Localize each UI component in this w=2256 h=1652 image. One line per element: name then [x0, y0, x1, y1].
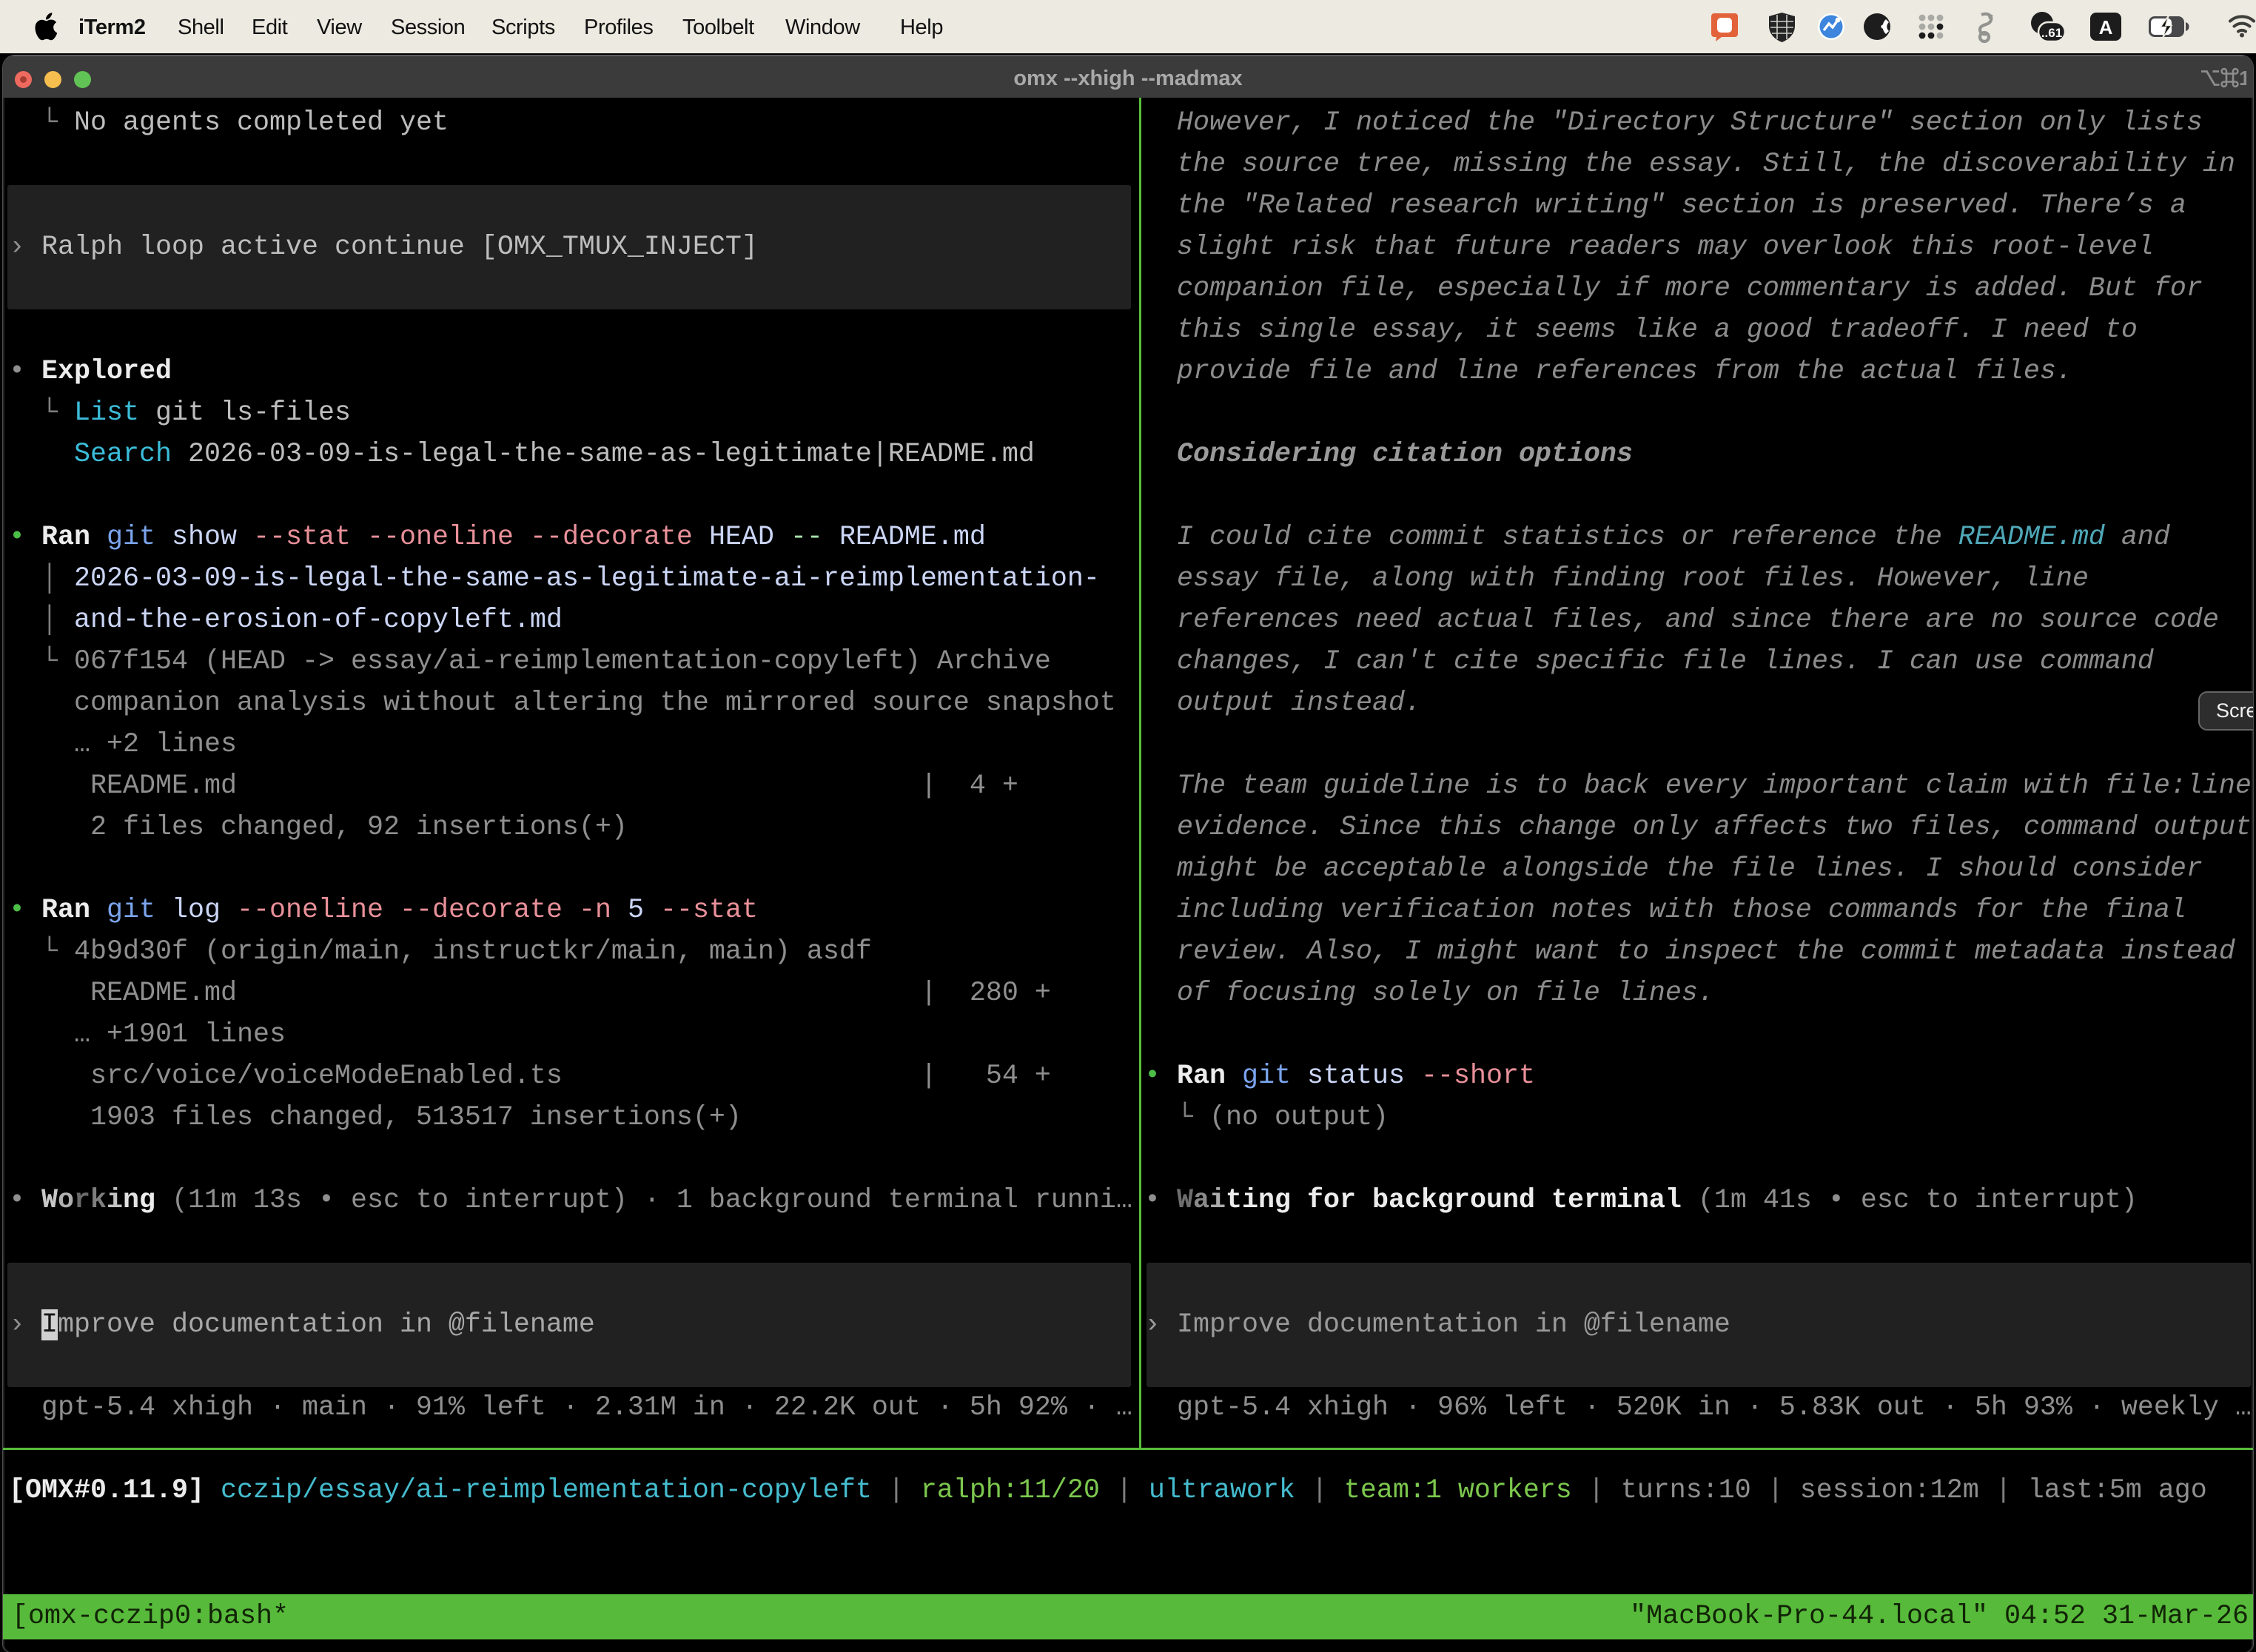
svg-text:A: A — [2099, 16, 2113, 38]
svg-text:1: 1 — [2239, 67, 2246, 88]
svg-text:..61: ..61 — [2041, 26, 2062, 40]
